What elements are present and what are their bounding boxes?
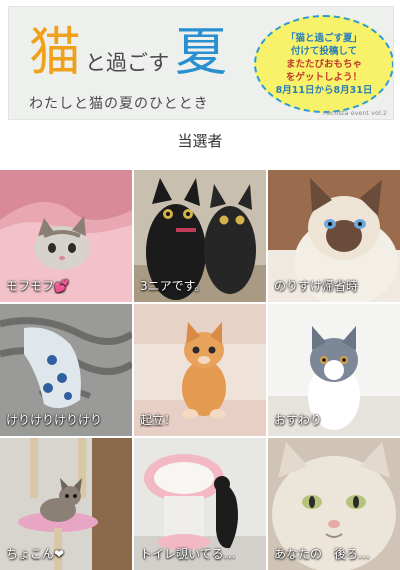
winner-tile[interactable]: のりすけ帰省時 xyxy=(268,170,400,302)
winner-caption: のりすけ帰省時 xyxy=(274,279,359,293)
winner-caption: けりけりけりけり xyxy=(6,413,103,427)
winner-tile[interactable]: おすわり xyxy=(268,304,400,436)
event-footnote: necosta event vol.2 xyxy=(322,109,387,117)
event-tagline: わたしと猫の夏のひととき xyxy=(29,96,209,112)
winner-tile[interactable]: あなたの 後ろ… xyxy=(268,438,400,570)
winner-tile[interactable]: けりけりけりけり xyxy=(0,304,132,436)
winner-caption: おすわり xyxy=(274,413,323,427)
winner-caption: ちょこん❤ xyxy=(6,547,65,561)
winner-caption: あなたの 後ろ… xyxy=(274,547,371,561)
winner-caption: 起立！ xyxy=(140,413,177,427)
bubble-line: またたびおもちゃ xyxy=(285,58,362,70)
winner-tile[interactable]: トイレ覗いてる… xyxy=(134,438,266,570)
winner-tile[interactable]: 起立！ xyxy=(134,304,266,436)
winner-grid: モフモフ💕 3ニアです。 のりすけ帰省時 けりけりけりけり 起立！ おすわり ち… xyxy=(0,170,400,570)
winner-tile[interactable]: モフモフ💕 xyxy=(0,170,132,302)
bubble-line: 「猫と過ごす夏」 xyxy=(285,32,363,44)
bubble-line: をゲットしよう！ xyxy=(285,71,362,83)
section-title: 当選者 xyxy=(177,132,223,150)
winner-caption: 3ニアです。 xyxy=(140,279,207,293)
winner-tile[interactable]: ちょこん❤ xyxy=(0,438,132,570)
bubble-dates: 8月11日から8月31日 xyxy=(275,84,373,96)
bubble-line: 付けて投稿して xyxy=(290,45,358,57)
logo-middle-text: と過ごす xyxy=(85,51,170,75)
event-info-bubble: 「猫と過ごす夏」 付けて投稿して またたびおもちゃ をゲットしよう！ 8月11日… xyxy=(254,15,393,113)
winner-tile[interactable]: 3ニアです。 xyxy=(134,170,266,302)
winner-caption: モフモフ💕 xyxy=(6,279,69,293)
logo-cat-char: 猫 xyxy=(29,23,82,83)
winner-caption: トイレ覗いてる… xyxy=(140,547,236,561)
event-banner[interactable]: 猫 と過ごす 夏 わたしと猫の夏のひととき 「猫と過ごす夏」 付けて投稿して ま… xyxy=(8,6,394,120)
logo-summer-char: 夏 xyxy=(175,23,228,83)
